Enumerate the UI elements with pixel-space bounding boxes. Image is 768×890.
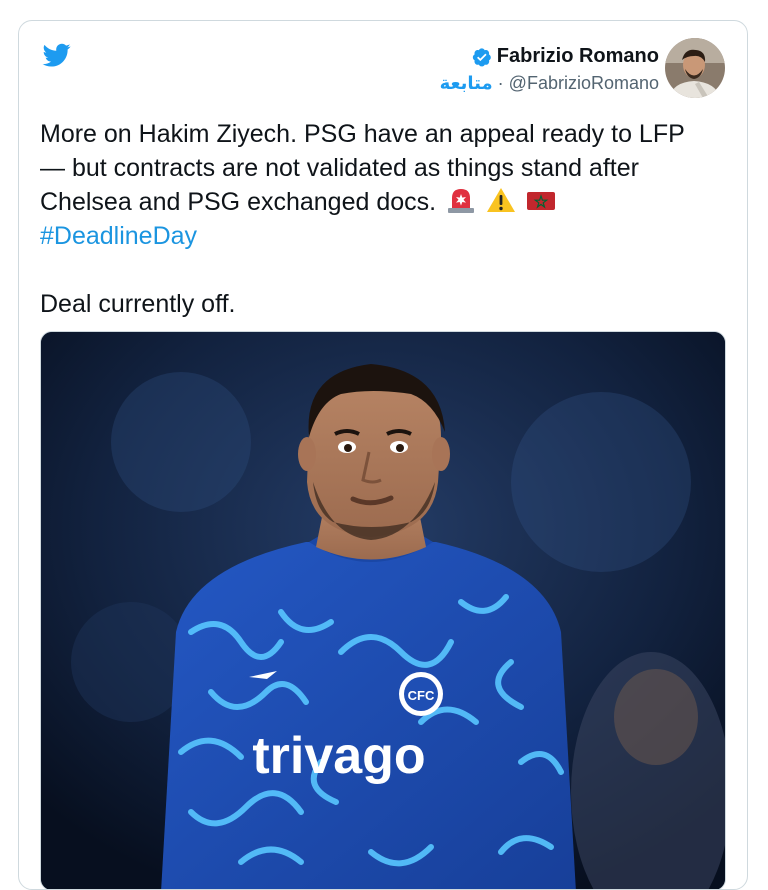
hashtag-line: #DeadlineDay (40, 219, 730, 253)
svg-text:CFC: CFC (408, 688, 435, 703)
tweet-text: More on Hakim Ziyech. PSG have an appeal… (40, 117, 730, 321)
warning-emoji (487, 188, 515, 212)
follow-button[interactable]: متابعة (440, 73, 493, 94)
shirt-sponsor-text: trivago (252, 727, 425, 785)
author-name[interactable]: Fabrizio Romano (497, 45, 659, 68)
separator-dot: · (497, 73, 504, 93)
tweet-media-photo[interactable]: CFC trivago (40, 331, 726, 889)
player-photo: CFC trivago (41, 332, 725, 889)
verified-badge-icon (472, 47, 491, 66)
hashtag-link[interactable]: #DeadlineDay (40, 222, 197, 250)
avatar-photo (665, 38, 725, 98)
tweet-text-line: Deal currently off. (40, 290, 236, 318)
tweet-text-line: Chelsea and PSG exchanged docs. (40, 185, 730, 219)
tweet-text-segment: Chelsea and PSG exchanged docs. (40, 188, 437, 216)
profile-avatar[interactable] (665, 38, 725, 98)
tweet-author: Fabrizio Romano متابعة · @FabrizioRomano (440, 45, 659, 94)
twitter-bird-icon[interactable] (41, 41, 73, 69)
rotating-light-emoji (448, 189, 475, 213)
author-handle[interactable]: @FabrizioRomano (509, 73, 659, 94)
tweet-card: Fabrizio Romano متابعة · @FabrizioRomano… (18, 20, 748, 890)
tweet-text-line: More on Hakim Ziyech. PSG have an appeal… (40, 120, 685, 148)
morocco-flag-emoji (526, 192, 555, 210)
tweet-text-line: — but contracts are not validated as thi… (40, 154, 639, 182)
